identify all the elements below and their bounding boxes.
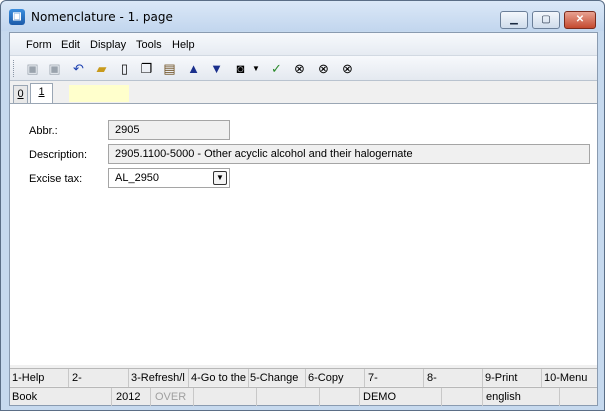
dropdown-arrow-icon[interactable]: ▼: [251, 60, 261, 77]
maximize-button[interactable]: ▢: [532, 11, 560, 29]
fkey-3[interactable]: 3-Refresh/l: [131, 371, 187, 385]
fkey-7[interactable]: 7-: [368, 371, 422, 385]
fkey-separator: [364, 369, 365, 387]
fkey-separator: [482, 369, 483, 387]
book-icon[interactable]: ▤: [161, 60, 178, 77]
new-document-icon[interactable]: ▯: [116, 60, 133, 77]
find-all-icon[interactable]: ⊗: [339, 60, 356, 77]
menu-tools[interactable]: Tools: [136, 39, 162, 51]
fkey-2[interactable]: 2-: [72, 371, 126, 385]
camera-icon[interactable]: ◙: [232, 60, 249, 77]
form-panel: Abbr.: 2905 Description: 2905.1100-5000 …: [10, 103, 597, 365]
client-area: Form Edit Display Tools Help ▣ ▣ ↶ ▰ ▯ ❐…: [9, 32, 598, 406]
close-button[interactable]: ✕: [564, 11, 596, 29]
status-separator: [319, 388, 320, 406]
copy-icon[interactable]: ❐: [138, 60, 155, 77]
app-window: ▣ Nomenclature - 1. page ▁ ▢ ✕ Form Edit…: [0, 0, 605, 411]
toolbar-grip[interactable]: [13, 60, 16, 77]
excise-tax-label: Excise tax:: [29, 173, 83, 185]
status-separator: [482, 388, 483, 406]
status-bar: Book 2012 OVER DEMO english: [10, 387, 597, 406]
excise-tax-select[interactable]: AL_2950 ▼: [108, 168, 230, 188]
save-icon[interactable]: ▣: [24, 60, 41, 77]
description-field[interactable]: 2905.1100-5000 - Other acyclic alcohol a…: [108, 144, 590, 164]
fkey-1[interactable]: 1-Help: [12, 371, 66, 385]
title-bar[interactable]: ▣ Nomenclature - 1. page ▁ ▢ ✕: [1, 1, 604, 31]
abbr-field[interactable]: 2905: [108, 120, 230, 140]
status-mode: OVER: [155, 391, 187, 403]
tab-0[interactable]: 0: [13, 85, 28, 103]
status-database: DEMO: [363, 391, 396, 403]
arrow-down-icon[interactable]: ▼: [208, 60, 225, 77]
find-next-icon[interactable]: ⊗: [315, 60, 332, 77]
save-as-icon[interactable]: ▣: [46, 60, 63, 77]
menu-display[interactable]: Display: [90, 39, 126, 51]
filter-icon[interactable]: ✓: [268, 60, 285, 77]
description-label: Description:: [29, 149, 88, 161]
arrow-up-icon[interactable]: ▲: [185, 60, 202, 77]
fkey-separator: [305, 369, 306, 387]
fkey-6[interactable]: 6-Copy: [308, 371, 364, 385]
window-title: Nomenclature - 1. page: [31, 10, 173, 24]
abbr-label: Abbr.:: [29, 125, 58, 137]
fkey-9[interactable]: 9-Print: [485, 371, 539, 385]
chevron-down-icon[interactable]: ▼: [213, 171, 227, 185]
fkey-8[interactable]: 8-: [427, 371, 481, 385]
fkey-4[interactable]: 4-Go to the: [191, 371, 247, 385]
menu-bar: Form Edit Display Tools Help: [10, 33, 597, 56]
function-key-bar: 1-Help 2- 3-Refresh/l 4-Go to the 5-Chan…: [10, 368, 597, 387]
fkey-separator: [248, 369, 249, 387]
tab-info-area: [69, 85, 129, 102]
status-separator: [111, 388, 112, 406]
status-language: english: [486, 391, 521, 403]
fkey-separator: [128, 369, 129, 387]
fkey-5[interactable]: 5-Change: [250, 371, 306, 385]
minimize-button[interactable]: ▁: [500, 11, 528, 29]
excise-tax-value: AL_2950: [115, 172, 160, 184]
status-module: Book: [12, 391, 38, 403]
app-icon: ▣: [9, 9, 25, 25]
status-separator: [150, 388, 151, 406]
fkey-separator: [541, 369, 542, 387]
status-separator: [559, 388, 560, 406]
undo-icon[interactable]: ↶: [70, 60, 87, 77]
menu-form[interactable]: Form: [26, 39, 52, 51]
status-separator: [359, 388, 360, 406]
toolbar: ▣ ▣ ↶ ▰ ▯ ❐ ▤ ▲ ▼ ◙ ▼ ✓ ⊗ ⊗ ⊗: [10, 56, 597, 81]
menu-edit[interactable]: Edit: [61, 39, 80, 51]
tab-strip: 0 1: [10, 82, 597, 103]
menu-help[interactable]: Help: [172, 39, 195, 51]
status-year: 2012: [116, 391, 141, 403]
status-separator: [256, 388, 257, 406]
fkey-10[interactable]: 10-Menu: [544, 371, 596, 385]
tab-1[interactable]: 1: [30, 83, 53, 103]
status-separator: [441, 388, 442, 406]
fkey-separator: [188, 369, 189, 387]
open-folder-icon[interactable]: ▰: [93, 60, 110, 77]
fkey-separator: [423, 369, 424, 387]
fkey-separator: [68, 369, 69, 387]
find-icon[interactable]: ⊗: [291, 60, 308, 77]
status-separator: [193, 388, 194, 406]
